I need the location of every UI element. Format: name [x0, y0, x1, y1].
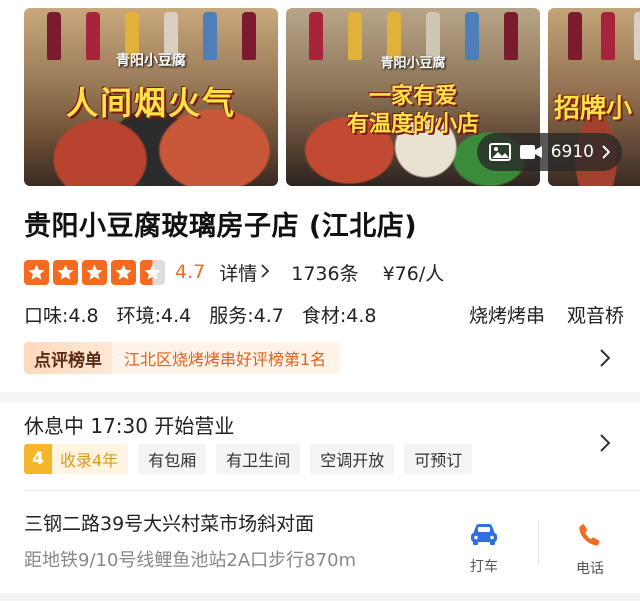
- rating-score: 4.7: [175, 261, 206, 283]
- shop-detail-page: 青阳小豆腐 人间烟火气 青阳小豆腐 一家有爱 有温度的小店 招牌小 6910 贵…: [0, 0, 640, 601]
- photo-caption-small: 青阳小豆腐: [116, 53, 186, 69]
- category-tags: 烧烤烤串 观音桥: [469, 301, 624, 328]
- score-service: 服务:4.7: [209, 304, 284, 327]
- media-count-badge[interactable]: 6910: [476, 133, 622, 171]
- sub-scores-row: 口味:4.8 环境:4.4 服务:4.7 食材:4.8 烧烤烤串 观音桥: [24, 300, 624, 328]
- photo-caption: 人间烟火气: [65, 84, 236, 122]
- listed-years-label: 收录4年: [60, 451, 119, 470]
- rating-detail-link[interactable]: 详情: [219, 259, 270, 286]
- section-divider: [0, 593, 640, 601]
- metro-distance: 距地铁9/10号线鲤鱼池站2A口步行870m: [24, 550, 357, 571]
- facility-tag: 有包厢: [138, 444, 207, 474]
- image-icon: [488, 143, 511, 161]
- rating-detail-label: 详情: [219, 262, 258, 285]
- car-icon: [469, 522, 499, 550]
- shop-title: 贵阳小豆腐玻璃房子店 (江北店): [24, 211, 418, 242]
- ranking-badge: 点评榜单: [24, 342, 112, 374]
- action-divider: [538, 520, 539, 564]
- star-icon: [111, 259, 136, 285]
- phone-button[interactable]: 电话: [560, 522, 620, 578]
- ranking-banner[interactable]: 点评榜单 江北区烧烤烤串好评榜第1名: [24, 342, 341, 374]
- star-icon: [24, 259, 49, 285]
- chevron-right-icon: [261, 261, 270, 283]
- score-ingredients: 食材:4.8: [301, 304, 377, 327]
- average-price: ¥76/人: [382, 262, 445, 285]
- star-icon: [53, 259, 78, 285]
- star-rating: [24, 259, 165, 285]
- phone-label: 电话: [576, 561, 604, 577]
- facility-tag: 空调开放: [310, 444, 395, 474]
- media-count: 6910: [550, 142, 594, 162]
- chevron-right-icon: [602, 145, 610, 159]
- section-divider: [24, 490, 640, 491]
- review-count[interactable]: 1736条: [291, 259, 358, 286]
- half-star-icon: [140, 259, 165, 285]
- star-icon: [82, 259, 107, 285]
- photo-caption-small: 青阳小豆腐: [380, 56, 446, 71]
- score-environment: 环境:4.4: [116, 304, 192, 327]
- listed-years-number: 4: [24, 444, 52, 474]
- rating-row: 4.7 详情 1736条 ¥76/人: [24, 258, 444, 286]
- ranking-text: 江北区烧烤烤串好评榜第1名: [124, 350, 327, 369]
- category-tag[interactable]: 烧烤烤串: [469, 301, 545, 328]
- video-icon: [519, 143, 543, 161]
- facility-tag: 有卫生间: [216, 444, 301, 474]
- phone-icon: [577, 522, 603, 552]
- photo-caption: 招牌小: [554, 94, 633, 124]
- chevron-right-icon[interactable]: [600, 434, 611, 456]
- business-status: 休息中 17:30 开始营业: [24, 414, 235, 438]
- score-taste: 口味:4.8: [24, 304, 99, 327]
- taxi-label: 打车: [470, 559, 498, 575]
- area-tag[interactable]: 观音桥: [567, 301, 624, 328]
- section-divider: [0, 392, 640, 402]
- gallery-photo[interactable]: 青阳小豆腐 人间烟火气: [24, 8, 278, 186]
- listed-years-badge: 4 收录4年: [24, 444, 129, 474]
- facility-tag: 可预订: [404, 444, 473, 474]
- facility-tags: 4 收录4年 有包厢 有卫生间 空调开放 可预订: [24, 444, 473, 474]
- address-text[interactable]: 三钢二路39号大兴村菜市场斜对面: [24, 509, 314, 536]
- chevron-right-icon[interactable]: [600, 349, 611, 371]
- taxi-button[interactable]: 打车: [454, 522, 514, 576]
